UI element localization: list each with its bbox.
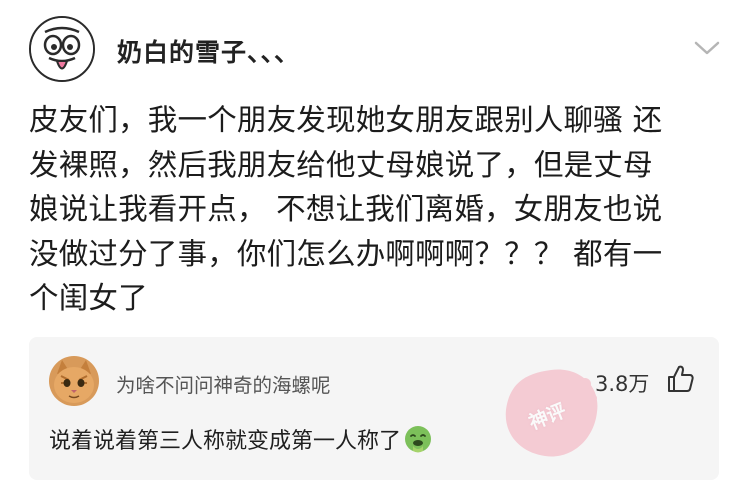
chevron-down-icon[interactable] bbox=[690, 36, 724, 60]
post-line: 娘说让我看开点， 不想让我们离婚，女朋友也说 bbox=[29, 192, 663, 226]
post-line: 没做过分了事，你们怎么办啊啊啊？？？ 都有一 bbox=[29, 236, 663, 271]
commenter-name[interactable]: 为啥不问问神奇的海螺呢 bbox=[116, 369, 331, 398]
hot-comment-stamp: 神评 bbox=[497, 364, 605, 464]
like-count: 3.8万 bbox=[595, 372, 650, 396]
top-comment-card[interactable]: 为啥不问问神奇的海螺呢 神评 3.8万 说着说着第三人称就变成第一人称了 bbox=[29, 337, 719, 480]
author-avatar[interactable] bbox=[29, 16, 95, 82]
comment-text: 说着说着第三人称就变成第一人称了 bbox=[49, 429, 402, 454]
post-line: 发裸照，然后我朋友给他丈母娘说了，但是丈母 bbox=[29, 147, 653, 182]
author-name[interactable]: 奶白的雪子、、、 bbox=[117, 33, 300, 69]
post-body: 皮友们，我一个朋友发现她女朋友跟别人聊骚 还 发裸照，然后我朋友给他丈母娘说了，… bbox=[29, 98, 729, 321]
post-line: 个闺女了 bbox=[29, 281, 148, 315]
thumbs-up-icon[interactable] bbox=[666, 364, 694, 394]
vomiting-face-emoji-icon bbox=[405, 426, 432, 453]
post-line: 皮友们，我一个朋友发现她女朋友跟别人聊骚 还 bbox=[29, 103, 663, 137]
comment-content: 说着说着第三人称就变成第一人称了 bbox=[49, 423, 432, 455]
commenter-avatar[interactable] bbox=[49, 356, 99, 406]
